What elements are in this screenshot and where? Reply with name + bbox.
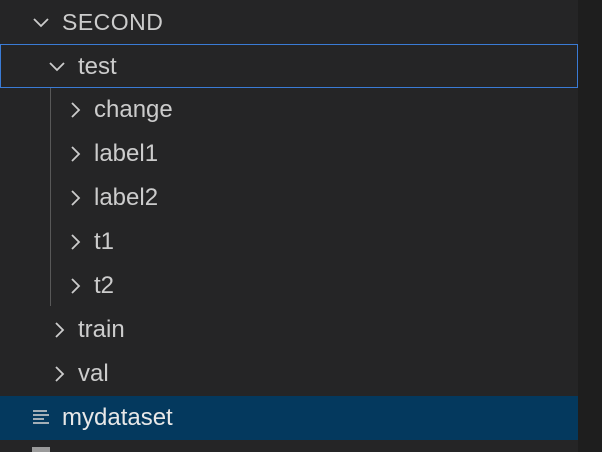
section-title: SECOND [62, 9, 164, 35]
file-icon [32, 447, 50, 452]
chevron-right-icon [62, 176, 86, 220]
section-header-second[interactable]: SECOND [0, 0, 578, 44]
tree-item-change[interactable]: change [0, 88, 578, 132]
tree-item-val[interactable]: val [0, 352, 578, 396]
chevron-right-icon [62, 264, 86, 308]
tree-item-label: t2 [94, 272, 115, 299]
chevron-right-icon [62, 132, 86, 176]
chevron-right-icon [62, 88, 86, 132]
tree-item-label: label2 [94, 184, 159, 211]
tree-item-t2[interactable]: t2 [0, 264, 578, 308]
tree-item-label2[interactable]: label2 [0, 176, 578, 220]
tree-item-label: mydataset [62, 404, 173, 431]
tree-item-label: t1 [94, 228, 115, 255]
tree-item-train[interactable]: train [0, 308, 578, 352]
tree-item-test[interactable]: test [0, 44, 578, 88]
tree-item-label: train [78, 316, 125, 343]
tree-item-label: val [78, 360, 109, 387]
chevron-right-icon [46, 308, 70, 352]
tree-item-label: change [94, 96, 173, 123]
tree-item-mydataset[interactable]: mydataset [0, 396, 578, 440]
scrollbar-track[interactable] [578, 0, 602, 452]
tree-item-label: label1 [94, 140, 159, 167]
text-file-icon [32, 408, 52, 428]
tree-item-label: test [78, 53, 117, 80]
chevron-down-icon [28, 0, 52, 44]
explorer-panel: SECOND test change label1 label2 t1 t2 t… [0, 0, 578, 452]
chevron-right-icon [46, 352, 70, 396]
chevron-right-icon [62, 220, 86, 264]
tree-item-t1[interactable]: t1 [0, 220, 578, 264]
chevron-down-icon [45, 45, 69, 89]
tree-item-label1[interactable]: label1 [0, 132, 578, 176]
